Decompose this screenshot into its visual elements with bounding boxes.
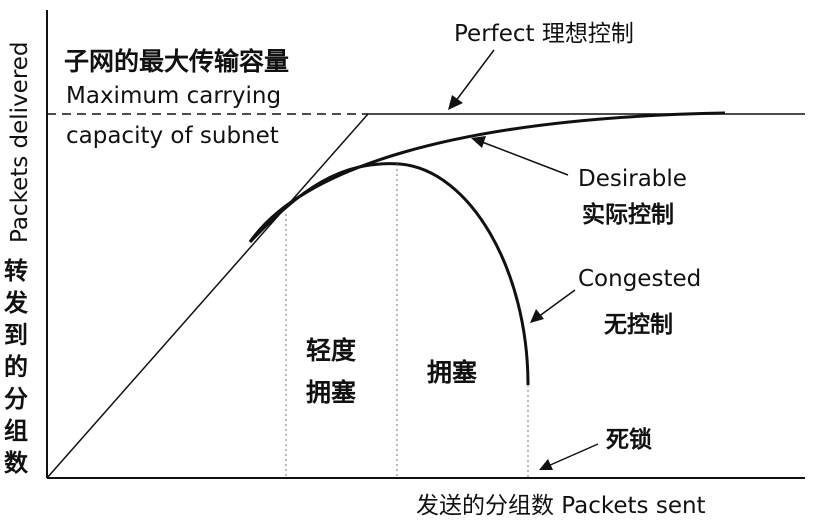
y-axis-cn-char: 分 bbox=[4, 385, 28, 413]
light-congestion-label-1: 轻度 bbox=[306, 336, 356, 365]
max-capacity-en-label-1: Maximum carrying bbox=[66, 83, 281, 109]
y-axis-en-label: Packets delivered bbox=[7, 41, 33, 243]
desirable-en-label: Desirable bbox=[578, 166, 687, 192]
congested-cn-label: 无控制 bbox=[604, 311, 673, 338]
deadlock-arrow bbox=[539, 443, 599, 470]
congestion-label: 拥塞 bbox=[427, 358, 477, 387]
x-axis-label: 发送的分组数 Packets sent bbox=[416, 493, 706, 519]
deadlock-label: 死锁 bbox=[606, 426, 652, 453]
max-capacity-cn-label: 子网的最大传输容量 bbox=[64, 47, 289, 76]
perfect-arrow bbox=[448, 49, 495, 110]
max-capacity-en-label-2: capacity of subnet bbox=[66, 123, 279, 149]
desirable-cn-label: 实际控制 bbox=[582, 201, 674, 228]
congested-arrow bbox=[530, 289, 576, 323]
y-axis-cn-char: 组 bbox=[4, 417, 28, 445]
perfect-curve bbox=[46, 113, 805, 479]
diagram-canvas: 子网的最大传输容量 Maximum carrying capacity of s… bbox=[0, 0, 813, 521]
y-axis-cn-char: 发 bbox=[3, 289, 28, 317]
desirable-arrow bbox=[471, 136, 569, 176]
congestion-control-diagram: 子网的最大传输容量 Maximum carrying capacity of s… bbox=[3, 10, 805, 519]
perfect-label: Perfect 理想控制 bbox=[454, 21, 634, 47]
y-axis-cn-char: 的 bbox=[4, 353, 28, 381]
congested-en-label: Congested bbox=[578, 266, 701, 292]
light-congestion-label-2: 拥塞 bbox=[306, 378, 356, 407]
y-axis-cn-char: 到 bbox=[4, 321, 28, 349]
congested-curve bbox=[248, 162, 530, 386]
y-axis-cn-char: 转 bbox=[4, 257, 28, 285]
y-axis-cn-label: 转 发 到 的 分 组 数 bbox=[3, 257, 29, 477]
y-axis-cn-char: 数 bbox=[4, 449, 29, 477]
